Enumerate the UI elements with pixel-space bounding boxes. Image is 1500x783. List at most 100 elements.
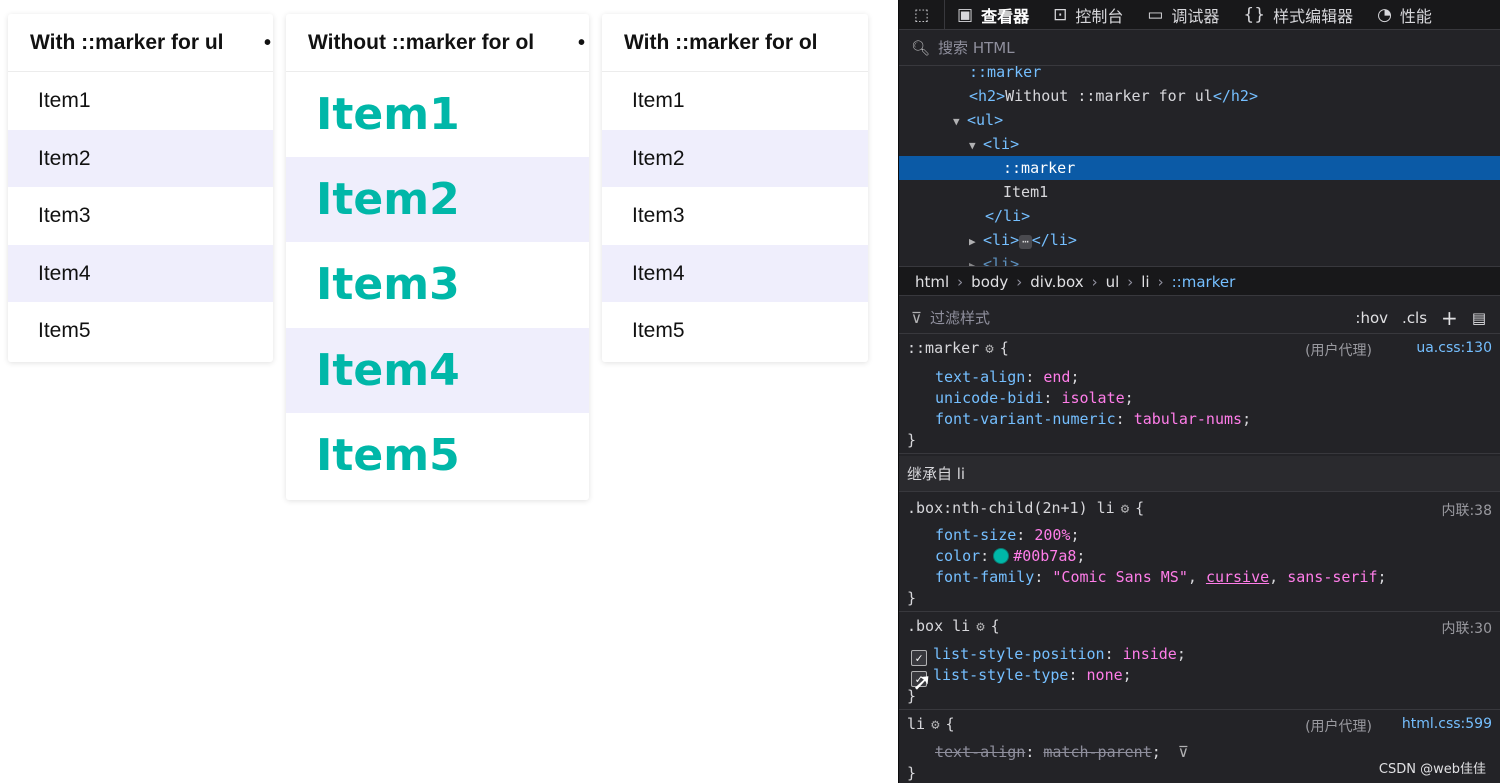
gear-icon[interactable]: ⚙ bbox=[976, 619, 984, 635]
breadcrumb-item[interactable]: li bbox=[1141, 273, 1149, 291]
css-rule: ::marker ⚙{ (用户代理) ua.css:130 text-align:… bbox=[899, 336, 1500, 454]
tag-close: </h2> bbox=[1212, 87, 1258, 105]
collapsed-arrow-icon[interactable]: ▶ bbox=[969, 254, 983, 266]
rule-source-origin: (用户代理) bbox=[1305, 719, 1372, 735]
node-text: Item1 bbox=[1003, 183, 1049, 201]
tag-close: </li> bbox=[1031, 231, 1077, 249]
element-picker-button[interactable]: ⬚ bbox=[899, 0, 945, 30]
breadcrumb-item[interactable]: div.box bbox=[1030, 273, 1083, 291]
box-title: With ::marker for ol bbox=[602, 14, 868, 72]
tree-node[interactable]: Item1 bbox=[899, 180, 1500, 204]
box-title: Without ::marker for ol • bbox=[286, 14, 589, 72]
rule-selector-line: .box:nth-child(2n+1) li ⚙{ bbox=[907, 499, 1145, 517]
declaration[interactable]: color: #00b7a8; bbox=[935, 546, 1085, 567]
cls-toggle-button[interactable]: .cls bbox=[1402, 309, 1427, 327]
gear-icon[interactable]: ⚙ bbox=[985, 341, 993, 357]
box-without-marker-ol: Without ::marker for ol • Item1 Item2 Ite… bbox=[286, 14, 589, 500]
rule-source-link[interactable]: ua.css:130 bbox=[1416, 340, 1492, 356]
list-item: Item2 bbox=[602, 129, 868, 187]
rule-source-link[interactable]: html.css:599 bbox=[1402, 716, 1492, 732]
tag-open: <li> bbox=[983, 231, 1020, 249]
rule-source-link[interactable]: 内联:30 bbox=[1441, 618, 1492, 638]
rule-close: } bbox=[907, 431, 917, 449]
tree-node[interactable]: </li> bbox=[899, 204, 1500, 228]
tab-label: 样式编辑器 bbox=[1273, 6, 1354, 26]
tab-console[interactable]: ⊡ 控制台 bbox=[1041, 0, 1135, 30]
declaration[interactable]: font-size: 200%; bbox=[935, 525, 1080, 546]
devtools-panel: ⬚ ▣ 查看器 ⊡ 控制台 ▭ 调试器 {} 样式编辑器 ◔ 性能 🔍︎ ::m… bbox=[898, 0, 1500, 783]
declaration[interactable]: ✓ list-style-position: inside; bbox=[911, 644, 1186, 666]
list-item: Item1 bbox=[316, 89, 460, 140]
styles-filter-bar: ⊽ :hov .cls + ▤ bbox=[899, 302, 1500, 334]
collapsed-arrow-icon[interactable]: ▶ bbox=[969, 230, 983, 254]
list-item: Item4 bbox=[602, 244, 868, 302]
breadcrumb-item[interactable]: html bbox=[915, 273, 949, 291]
filter-icon[interactable]: ⊽ bbox=[1178, 743, 1189, 761]
tree-node-selected[interactable]: ::marker bbox=[899, 156, 1500, 180]
declaration-overridden[interactable]: text-align: match-parent; ⊽ bbox=[935, 742, 1189, 763]
declaration[interactable]: ✓ list-style-type: none; bbox=[911, 665, 1132, 687]
debugger-icon: ▭ bbox=[1147, 4, 1164, 25]
hov-toggle-button[interactable]: :hov bbox=[1355, 309, 1388, 327]
expanded-arrow-icon[interactable]: ▼ bbox=[969, 134, 983, 158]
tag-close: </li> bbox=[985, 207, 1031, 225]
rule-selector[interactable]: .box:nth-child(2n+1) li bbox=[907, 499, 1115, 517]
rule-source-link[interactable]: 内联:38 bbox=[1441, 500, 1492, 520]
item-list: Item1 Item2 Item3 Item4 Item5 bbox=[286, 72, 589, 498]
chevron-right-icon: › bbox=[957, 273, 964, 291]
print-media-icon[interactable]: ▤ bbox=[1472, 309, 1486, 327]
tree-node[interactable]: ▼ <li> bbox=[899, 132, 1500, 156]
declaration[interactable]: text-align: end; bbox=[935, 367, 1080, 388]
styles-filter-input[interactable] bbox=[927, 307, 1288, 328]
declaration[interactable]: unicode-bidi: isolate; bbox=[935, 388, 1134, 409]
watermark: CSDN @web佳佳 bbox=[1378, 762, 1486, 777]
tab-label: 性能 bbox=[1399, 6, 1432, 26]
color-swatch-icon[interactable] bbox=[993, 548, 1010, 564]
breadcrumb-item-current[interactable]: ::marker bbox=[1172, 273, 1236, 291]
pick-element-icon: ⬚ bbox=[913, 5, 930, 24]
rule-selector[interactable]: ::marker bbox=[907, 339, 979, 357]
inspector-icon: ▣ bbox=[957, 4, 974, 25]
list-item: Item3 bbox=[632, 204, 685, 227]
expanded-arrow-icon[interactable]: ▼ bbox=[953, 110, 967, 134]
tree-node[interactable]: <h2>Without ::marker for ul</h2> bbox=[899, 84, 1500, 108]
tag-open: <h2> bbox=[969, 87, 1006, 105]
declaration[interactable]: font-family: "Comic Sans MS", cursive, s… bbox=[935, 567, 1387, 588]
tab-debugger[interactable]: ▭ 调试器 bbox=[1135, 0, 1231, 30]
console-icon: ⊡ bbox=[1053, 4, 1068, 25]
rule-selector-line: .box li ⚙{ bbox=[907, 617, 1000, 635]
markup-tree: ::marker <h2>Without ::marker for ul</h2… bbox=[899, 66, 1500, 266]
box-with-marker-ol: With ::marker for ol Item1 Item2 Item3 I… bbox=[602, 14, 868, 362]
rule-selector[interactable]: .box li bbox=[907, 617, 970, 635]
tab-style-editor[interactable]: {} 样式编辑器 bbox=[1231, 0, 1365, 30]
add-rule-button[interactable]: + bbox=[1441, 306, 1458, 330]
tag-open: <li> bbox=[983, 255, 1020, 266]
tree-node[interactable]: ▶ <li> bbox=[899, 252, 1500, 266]
node-text: Without ::marker for ul bbox=[1005, 87, 1213, 105]
tab-inspector[interactable]: ▣ 查看器 bbox=[945, 0, 1041, 30]
list-item: Item3 bbox=[38, 204, 91, 227]
tree-node[interactable]: ▼ <ul> bbox=[899, 108, 1500, 132]
box-with-marker-ul: With ::marker for ul • Item1 Item2 Item3 … bbox=[8, 14, 273, 362]
declaration[interactable]: font-variant-numeric: tabular-nums; bbox=[935, 409, 1251, 430]
chevron-right-icon: › bbox=[1127, 273, 1134, 291]
ellipsis-icon[interactable]: ⋯ bbox=[1019, 235, 1032, 249]
tab-performance[interactable]: ◔ 性能 bbox=[1365, 0, 1444, 30]
list-item: Item5 bbox=[632, 319, 685, 342]
rule-selector-line: li ⚙{ bbox=[907, 715, 955, 733]
filter-buttons: :hov .cls + ▤ bbox=[1355, 302, 1486, 334]
gear-icon[interactable]: ⚙ bbox=[931, 717, 939, 733]
enable-declaration-checkbox[interactable]: ✓ bbox=[911, 650, 927, 666]
tree-node[interactable]: ::marker bbox=[899, 66, 1500, 84]
braces-icon: {} bbox=[1243, 4, 1266, 25]
list-item: Item1 bbox=[632, 89, 685, 112]
breadcrumb-item[interactable]: ul bbox=[1106, 273, 1120, 291]
list-item: Item5 bbox=[38, 319, 91, 342]
breadcrumb-item[interactable]: body bbox=[971, 273, 1008, 291]
rule-selector[interactable]: li bbox=[907, 715, 925, 733]
gear-icon[interactable]: ⚙ bbox=[1121, 501, 1129, 517]
html-search-input[interactable] bbox=[936, 37, 1337, 58]
rule-selector-line: ::marker ⚙{ bbox=[907, 339, 1009, 357]
breadcrumb: html › body › div.box › ul › li ›::marker bbox=[899, 266, 1500, 296]
tree-node[interactable]: ▶ <li> ⋯ </li> bbox=[899, 228, 1500, 252]
